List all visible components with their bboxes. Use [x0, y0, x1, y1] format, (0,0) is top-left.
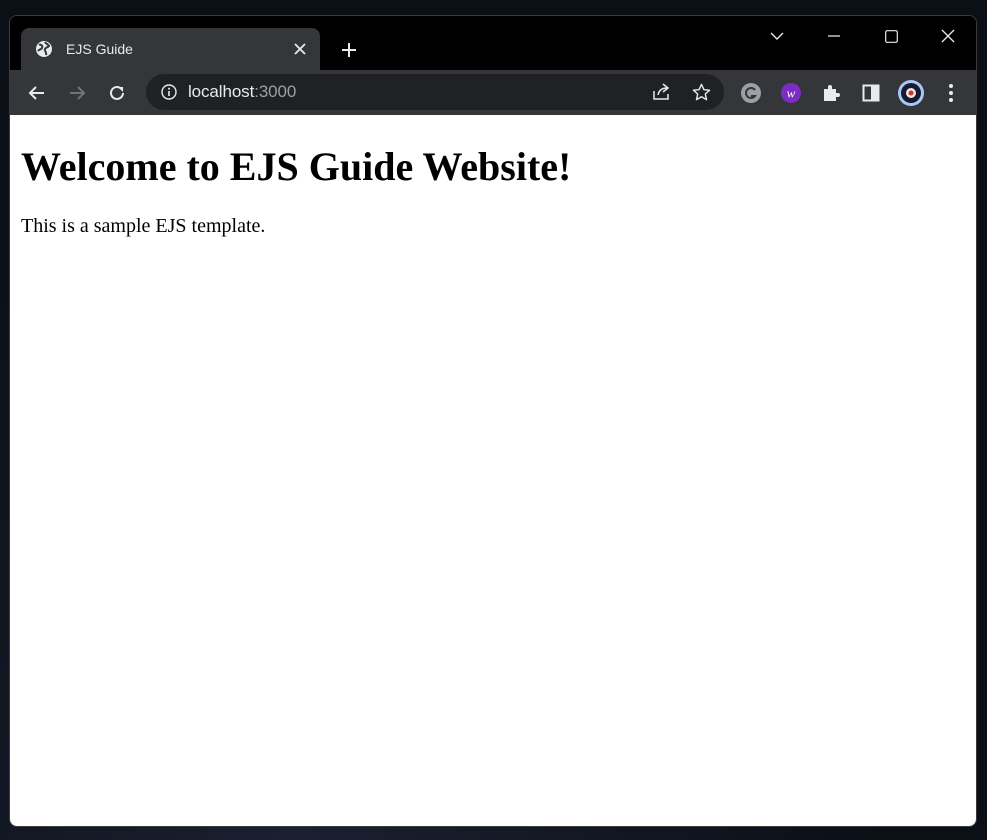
tab-title: EJS Guide [66, 41, 133, 57]
tab-ejs-guide[interactable]: EJS Guide [21, 28, 320, 70]
profile-avatar[interactable] [894, 76, 928, 110]
close-window-icon[interactable] [925, 20, 971, 52]
forward-icon[interactable] [60, 76, 94, 110]
page-paragraph: This is a sample EJS template. [21, 215, 266, 237]
maximize-icon[interactable] [868, 20, 914, 52]
w-extension-icon[interactable]: w [774, 76, 808, 110]
browser-window: EJS Guide localhost:3000 w Welcome to EJ… [9, 15, 977, 827]
extensions-puzzle-icon[interactable] [814, 76, 848, 110]
share-icon[interactable] [646, 77, 676, 107]
toolbar: localhost:3000 w [10, 70, 976, 115]
bookmark-star-icon[interactable] [686, 77, 716, 107]
side-panel-icon[interactable] [854, 76, 888, 110]
info-icon[interactable] [160, 83, 178, 101]
svg-text:w: w [787, 86, 796, 101]
url-port: :3000 [254, 82, 297, 101]
page-viewport: Welcome to EJS Guide Website! This is a … [10, 115, 976, 826]
url-host: localhost [188, 82, 255, 101]
globe-icon [35, 40, 53, 58]
close-tab-icon[interactable] [286, 35, 314, 63]
menu-kebab-icon[interactable] [934, 76, 968, 110]
address-bar[interactable]: localhost:3000 [146, 74, 724, 110]
minimize-icon[interactable] [811, 20, 857, 52]
url-text: localhost:3000 [188, 82, 296, 102]
page-heading: Welcome to EJS Guide Website! [21, 144, 572, 189]
back-icon[interactable] [20, 76, 54, 110]
new-tab-icon[interactable] [335, 36, 363, 64]
grammarly-extension-icon[interactable] [734, 76, 768, 110]
reload-icon[interactable] [100, 76, 134, 110]
title-bar: EJS Guide [10, 16, 976, 70]
tab-search-icon[interactable] [754, 20, 800, 52]
